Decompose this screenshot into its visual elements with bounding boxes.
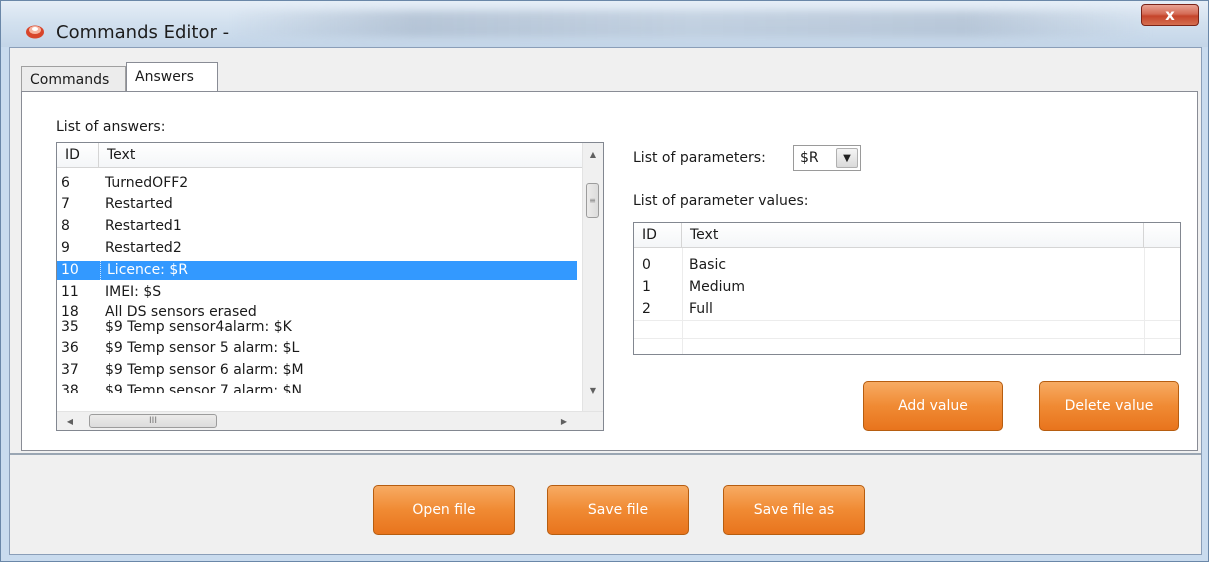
- parameter-value-row[interactable]: 1 Medium: [634, 276, 1180, 298]
- window-title: Commands Editor -: [56, 22, 230, 43]
- answers-vertical-scrollbar[interactable]: ▲ ≡ ▼: [582, 143, 603, 411]
- title-background-blur: [231, 11, 1151, 37]
- save-file-as-button[interactable]: Save file as: [723, 485, 865, 535]
- chevron-down-icon[interactable]: ▼: [836, 148, 858, 168]
- answer-row[interactable]: 9 Restarted2: [57, 239, 577, 258]
- answer-row[interactable]: 37 $9 Temp sensor 6 alarm: $M: [57, 362, 577, 381]
- parameter-values-header: ID Text: [634, 223, 1180, 248]
- grid-divider: [634, 338, 1180, 339]
- answer-row[interactable]: 7 Restarted: [57, 195, 577, 214]
- answer-row-selected[interactable]: 10 Licence: $R: [57, 261, 577, 280]
- column-header-text[interactable]: Text: [99, 143, 582, 168]
- scroll-up-arrow-icon[interactable]: ▲: [583, 145, 603, 163]
- answers-list-label: List of answers:: [56, 119, 166, 135]
- delete-value-button[interactable]: Delete value: [1039, 381, 1179, 431]
- answer-row[interactable]: 35 $9 Temp sensor4alarm: $K: [57, 319, 577, 338]
- vertical-scroll-thumb[interactable]: ≡: [586, 183, 599, 218]
- save-file-button[interactable]: Save file: [547, 485, 689, 535]
- parameter-values-label: List of parameter values:: [633, 193, 809, 209]
- open-file-button[interactable]: Open file: [373, 485, 515, 535]
- commands-editor-window: Commands Editor - x Commands Answers Lis…: [0, 0, 1209, 562]
- parameter-value-row[interactable]: 0 Basic: [634, 254, 1180, 276]
- answer-row[interactable]: 8 Restarted1: [57, 217, 577, 236]
- scroll-left-arrow-icon[interactable]: ◀: [63, 412, 77, 430]
- answers-list[interactable]: ID Text 6 TurnedOFF2 7 Restarted 8 Restarte…: [56, 142, 604, 431]
- parameter-value-row[interactable]: 2 Full: [634, 298, 1180, 320]
- parameter-select[interactable]: $R ▼: [793, 145, 861, 171]
- answer-row-partial[interactable]: 38 $9 Temp sensor 7 alarm: $N: [57, 383, 577, 393]
- scroll-down-arrow-icon[interactable]: ▼: [583, 381, 603, 399]
- parameters-label: List of parameters:: [633, 150, 766, 166]
- answers-list-header: ID Text: [57, 143, 582, 168]
- close-button[interactable]: x: [1141, 4, 1199, 26]
- column-header-text[interactable]: Text: [682, 223, 1144, 248]
- close-icon: x: [1165, 6, 1175, 24]
- parameter-values-list[interactable]: ID Text 0 Basic 1 Medium 2 Full: [633, 222, 1181, 355]
- add-value-button[interactable]: Add value: [863, 381, 1003, 431]
- answer-row[interactable]: 6 TurnedOFF2: [57, 174, 577, 193]
- horizontal-scroll-thumb[interactable]: III: [89, 414, 217, 428]
- tab-commands[interactable]: Commands: [21, 66, 126, 92]
- answer-row[interactable]: 11 IMEI: $S: [57, 283, 577, 302]
- grid-divider: [634, 320, 1180, 321]
- title-bar[interactable]: Commands Editor - x: [1, 1, 1208, 47]
- answers-horizontal-scrollbar[interactable]: ◀ III ▶: [57, 411, 603, 430]
- column-header-id[interactable]: ID: [634, 223, 682, 248]
- answer-row[interactable]: 36 $9 Temp sensor 5 alarm: $L: [57, 340, 577, 359]
- column-header-id[interactable]: ID: [57, 143, 99, 168]
- app-icon: [26, 25, 44, 39]
- scroll-right-arrow-icon[interactable]: ▶: [557, 412, 571, 430]
- parameter-select-value: $R: [800, 150, 819, 166]
- tab-answers[interactable]: Answers: [126, 62, 218, 93]
